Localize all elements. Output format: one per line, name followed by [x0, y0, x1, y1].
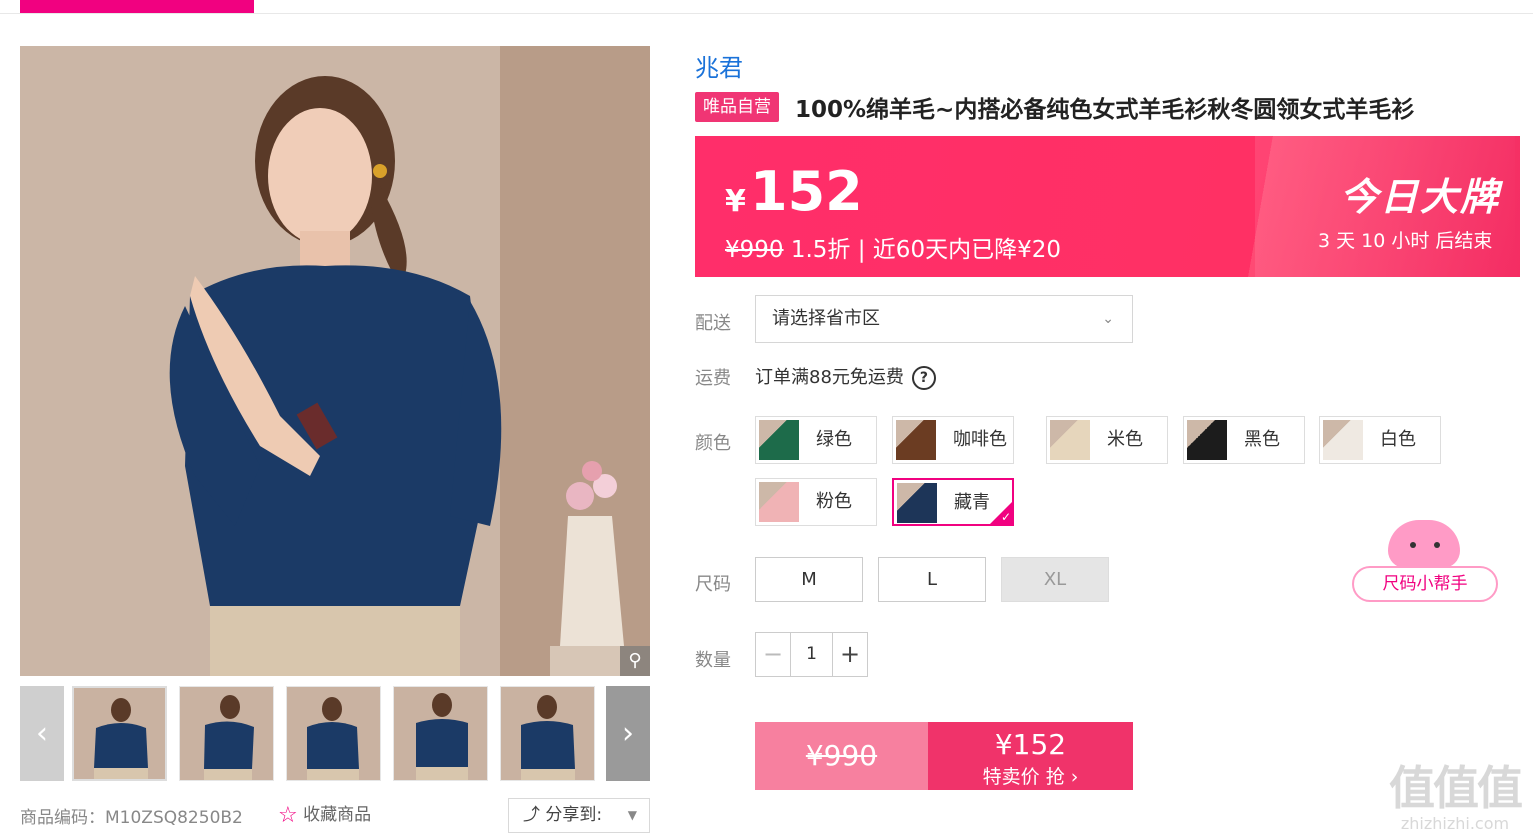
color-swatch [896, 420, 936, 460]
product-code: 商品编码：M10ZSQ8250B2 [20, 808, 243, 828]
thumbnail[interactable] [393, 686, 488, 781]
quantity-minus-button[interactable]: − [756, 633, 791, 676]
color-option-label: 黑色 [1244, 429, 1280, 450]
discount-text: 1.5折 | 近60天内已降¥20 [790, 237, 1061, 263]
original-price: ¥990 [725, 237, 784, 263]
currency-symbol: ¥ [725, 184, 746, 219]
color-option[interactable]: 米色 [1046, 416, 1168, 464]
size-option[interactable]: M [755, 557, 863, 602]
color-option[interactable]: 咖啡色 [892, 416, 1014, 464]
watermark-logo: 值值值 zhizhizhi.com [1389, 761, 1523, 833]
quantity-label: 数量 [695, 650, 731, 671]
shipping-label: 运费 [695, 368, 731, 389]
chevron-down-icon: ⌄ [1102, 311, 1114, 327]
main-product-image[interactable]: ⚲ [20, 46, 650, 676]
region-select[interactable]: 请选择省市区 ⌄ [755, 295, 1133, 343]
price-subline: ¥990 1.5折 | 近60天内已降¥20 [725, 230, 1061, 264]
color-swatch [1187, 420, 1227, 460]
product-photo-illustration [20, 46, 650, 676]
color-option[interactable]: 白色 [1319, 416, 1441, 464]
thumbnail[interactable] [179, 686, 274, 781]
product-title: 100%绵羊毛~内搭必备纯色女式羊毛衫秋冬圆领女式羊毛衫 [795, 97, 1415, 123]
color-swatch [759, 482, 799, 522]
color-option-label: 咖啡色 [953, 429, 1007, 450]
size-label: 尺码 [695, 574, 731, 595]
caret-down-icon: ▼ [627, 808, 637, 822]
event-title: 今日大牌 [1340, 175, 1501, 219]
current-price: 152 [750, 160, 863, 223]
delivery-label: 配送 [695, 313, 731, 334]
color-option-label: 粉色 [816, 491, 852, 512]
favorite-label: 收藏商品 [303, 805, 372, 825]
thumbnail-prev-button[interactable]: ‹ [20, 686, 64, 781]
shipping-info: 订单满88元免运费? [755, 363, 936, 390]
buy-label: 特卖价 抢 › [982, 766, 1079, 788]
quantity-value[interactable]: 1 [790, 633, 833, 676]
brand-link[interactable]: 兆君 [695, 48, 743, 83]
color-option[interactable]: 黑色 [1183, 416, 1305, 464]
star-icon: ☆ [278, 803, 298, 828]
shipping-text: 订单满88元免运费 [755, 367, 904, 388]
thumbnail[interactable] [72, 686, 167, 781]
color-label: 颜色 [695, 433, 731, 454]
size-helper-button[interactable]: 尺码小帮手 [1352, 520, 1498, 602]
color-swatch [1323, 420, 1363, 460]
color-option[interactable]: 粉色 [755, 478, 877, 526]
size-option[interactable]: L [878, 557, 986, 602]
thumbnail-next-button[interactable]: › [606, 686, 650, 781]
share-label: 分享到: [545, 805, 603, 825]
buy-price: ¥152 [994, 728, 1067, 761]
top-accent-bar [20, 0, 254, 13]
share-icon: ⤴ [523, 805, 540, 825]
color-option-label: 藏青 [954, 492, 990, 513]
thumbnail[interactable] [286, 686, 381, 781]
quantity-plus-button[interactable]: + [832, 633, 867, 676]
countdown-text: 3 天 10 小时 后结束 [1318, 230, 1493, 252]
question-icon[interactable]: ? [911, 366, 936, 390]
size-option: XL [1001, 557, 1109, 602]
thumbnail[interactable] [500, 686, 595, 781]
color-option-label: 白色 [1380, 429, 1416, 450]
color-option[interactable]: 藏青 ✓ [892, 478, 1014, 526]
share-dropdown[interactable]: ⤴ 分享到: ▼ [508, 798, 650, 833]
buy-main[interactable]: ¥152 特卖价 抢 › [928, 722, 1133, 790]
quantity-stepper: − 1 + [755, 632, 868, 677]
buy-button[interactable]: ¥990 ¥152 特卖价 抢 › [755, 722, 1133, 790]
favorite-button[interactable]: ☆ 收藏商品 [278, 800, 371, 828]
color-option-label: 绿色 [816, 429, 852, 450]
buy-original-price: ¥990 [755, 722, 928, 790]
color-option[interactable]: 绿色 [755, 416, 877, 464]
region-select-value: 请选择省市区 [772, 308, 880, 329]
color-swatch [759, 420, 799, 460]
color-option-label: 米色 [1107, 429, 1143, 450]
mascot-icon [1388, 520, 1460, 568]
size-helper-label: 尺码小帮手 [1352, 566, 1498, 602]
zoom-icon[interactable]: ⚲ [620, 646, 650, 676]
check-icon: ✓ [1000, 510, 1011, 524]
color-swatch [897, 483, 937, 523]
self-operated-tag: 唯品自营 [695, 92, 779, 122]
color-swatch [1050, 420, 1090, 460]
